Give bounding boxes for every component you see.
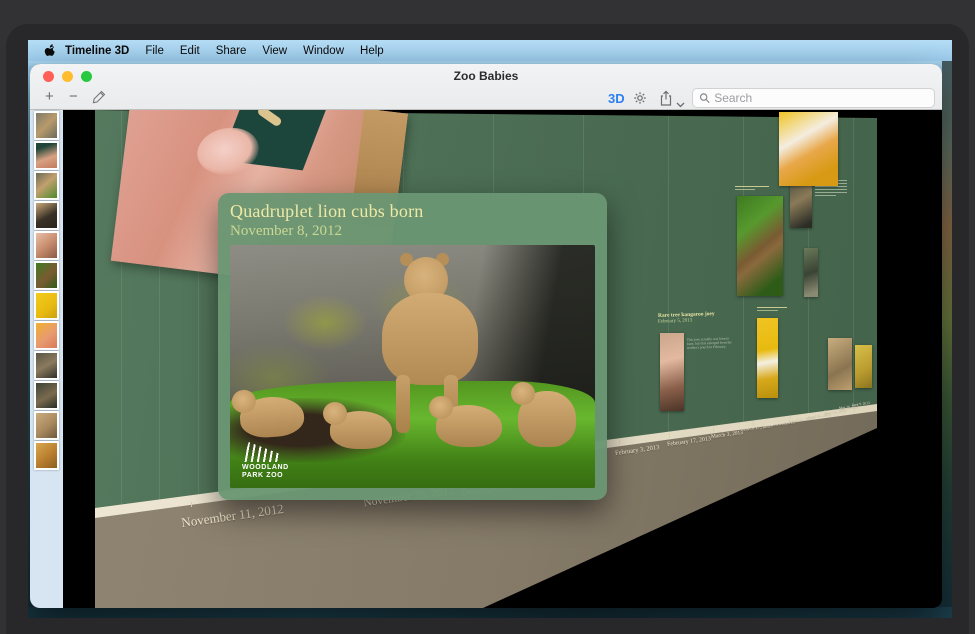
menu-item-help[interactable]: Help [360,45,384,57]
desktop: Timeline 3D File Edit Share View Window … [28,40,952,618]
zebra-stripes-icon [242,442,280,462]
window-header: Zoo Babies + − 3D [30,64,942,110]
edit-pencil-icon[interactable] [92,89,107,110]
zoom-button[interactable] [81,71,92,82]
add-event-button[interactable]: + [45,88,54,106]
photo-lion-cub [436,405,502,447]
search-icon [699,92,710,104]
settings-gear-icon[interactable] [632,90,648,111]
menu-item-file[interactable]: File [145,45,164,57]
event-photo-lion-cubs: WOODLAND PARK ZOO [230,245,595,488]
thumbnail-anteater-on-sand[interactable] [34,411,59,440]
menu-item-share[interactable]: Share [216,45,247,57]
display-bezel: Timeline 3D File Edit Share View Window … [0,0,975,634]
wall-event-photo-yellow-top[interactable] [779,112,838,186]
wall-event-photo-kangaroo-joey[interactable] [660,333,684,411]
desktop-wallpaper-bottom [28,607,952,618]
search-input[interactable] [714,91,928,105]
desktop-wallpaper-right [942,40,952,618]
window-title: Zoo Babies [30,69,942,83]
thumbnail-lion-cubs-grass[interactable] [34,171,59,200]
menu-item-window[interactable]: Window [303,45,344,57]
event-title: Quadruplet lion cubs born [230,201,595,222]
share-icon[interactable] [658,90,674,112]
wall-event-title-lines [735,186,769,192]
thumbnail-kangaroo-hand-feeding[interactable] [34,141,59,170]
zoo-logo-line1: WOODLAND [242,464,289,472]
photo-lion-cub [518,391,576,447]
thumbnail-piglet-snout[interactable] [34,321,59,350]
zoo-logo-line2: PARK ZOO [242,472,289,480]
wall-event-photo-tiger-cubs-log[interactable] [737,196,783,296]
featured-event-card[interactable]: Quadruplet lion cubs born November 8, 20… [218,193,607,500]
menu-item-view[interactable]: View [262,45,287,57]
event-date: November 8, 2012 [230,223,595,240]
close-button[interactable] [43,71,54,82]
thumbnail-giraffe-calf[interactable] [34,441,59,470]
wall-event-photo-near-base[interactable] [828,338,852,390]
thumbnail-sloth-bear-cubs[interactable] [34,201,59,230]
wall-event-title-lines [757,307,787,313]
thumbnail-gazelle-with-keeper[interactable] [34,381,59,410]
menu-bar: Timeline 3D File Edit Share View Window … [28,40,952,61]
menu-item-edit[interactable]: Edit [180,45,200,57]
thumbnail-lion-cubs-on-rock[interactable] [34,111,59,140]
wall-event-photo-small[interactable] [804,248,818,297]
window-content: November 11, 2012 November 25, 2012 Dece… [30,110,942,608]
wall-event-photo-near-base[interactable] [855,345,872,388]
menu-app-name[interactable]: Timeline 3D [65,45,129,57]
remove-event-button[interactable]: − [69,88,78,106]
wall-event-photo-on-yellow[interactable] [757,318,778,398]
timeline-3d-scene[interactable]: November 11, 2012 November 25, 2012 Dece… [63,110,942,608]
wall-event-caption: This joey actually was born in June, but… [687,336,737,350]
traffic-lights [43,71,92,82]
thumbnail-tapir-nursing[interactable] [34,231,59,260]
thumbnail-animal-on-yellow[interactable] [34,291,59,320]
view-mode-3d-button[interactable]: 3D [608,91,625,106]
thumbnail-meerkat-group[interactable] [34,351,59,380]
photo-lion-cub [330,411,392,449]
search-field[interactable] [692,88,935,108]
app-window: Zoo Babies + − 3D [30,64,942,608]
thumbnail-sidebar [30,110,63,608]
minimize-button[interactable] [62,71,73,82]
thumbnail-tiger-cubs-on-log[interactable] [34,261,59,290]
woodland-park-zoo-logo: WOODLAND PARK ZOO [242,442,289,480]
apple-menu-icon[interactable] [42,43,55,58]
